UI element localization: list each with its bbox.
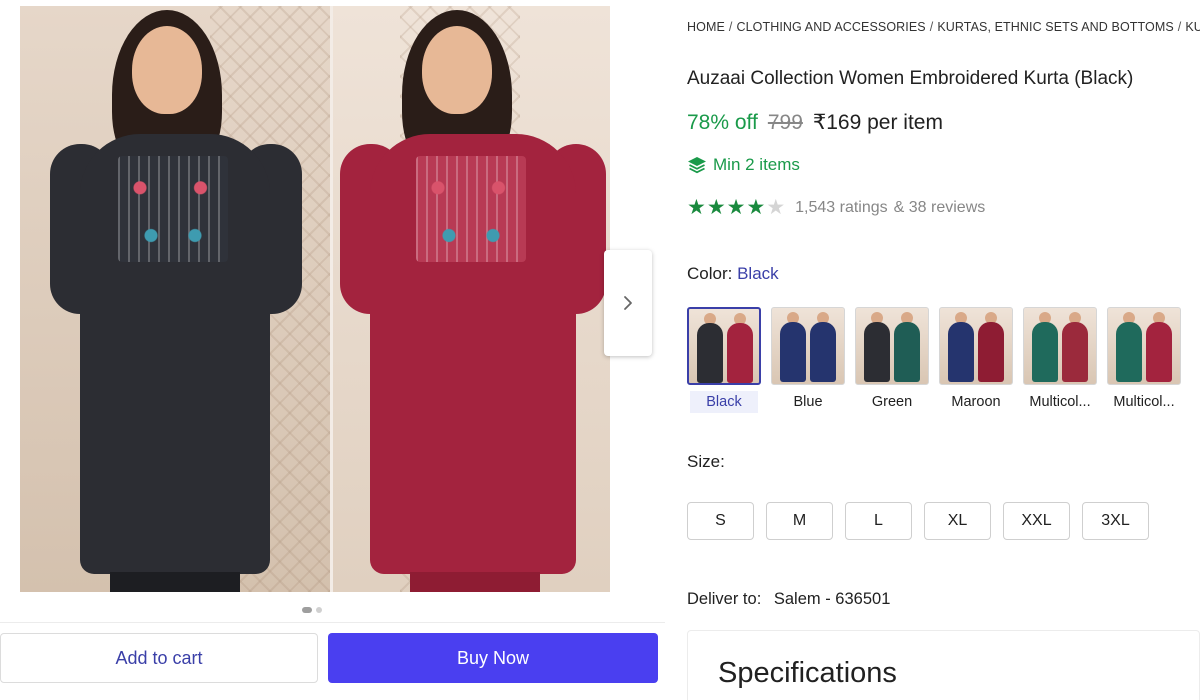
- specifications-title: Specifications: [718, 657, 897, 689]
- color-swatch-2[interactable]: Green: [855, 307, 929, 413]
- reviews-count: & 38 reviews: [893, 198, 986, 216]
- color-swatch-label: Black: [690, 391, 758, 413]
- price-row: 78% off 799 ₹169 per item: [687, 110, 943, 135]
- product-image[interactable]: [20, 6, 610, 592]
- buy-now-button[interactable]: Buy Now: [328, 633, 658, 683]
- size-option-xxl[interactable]: XXL: [1003, 502, 1070, 540]
- delivery-label: Deliver to:: [687, 590, 762, 608]
- star-empty-icon: ★: [766, 196, 786, 219]
- size-option-m[interactable]: M: [766, 502, 833, 540]
- breadcrumb-separator: /: [1177, 20, 1182, 34]
- breadcrumb-item-clothing[interactable]: CLOTHING AND ACCESSORIES: [736, 20, 925, 34]
- color-swatch-label: Blue: [793, 394, 823, 410]
- color-swatch-thumbnail: [771, 307, 845, 385]
- size-option-xl[interactable]: XL: [924, 502, 991, 540]
- size-option-l[interactable]: L: [845, 502, 912, 540]
- color-swatch-0[interactable]: Black: [687, 307, 761, 413]
- action-bar: Add to cart Buy Now: [0, 622, 665, 700]
- model-figure-black: [50, 6, 320, 592]
- size-option-s[interactable]: S: [687, 502, 754, 540]
- star-icon: ★: [687, 196, 706, 219]
- pagination-dot[interactable]: [302, 607, 312, 613]
- pagination-dot[interactable]: [316, 607, 322, 613]
- layers-icon: [688, 157, 706, 174]
- rating-row[interactable]: ★ ★ ★ ★ ★ 1,543 ratings & 38 reviews: [687, 197, 985, 218]
- min-items-label: Min 2 items: [713, 155, 800, 174]
- model-figure-maroon: [340, 6, 610, 592]
- chevron-right-icon: [624, 296, 632, 310]
- delivery-location: Salem - 636501: [773, 590, 891, 608]
- color-swatch-1[interactable]: Blue: [771, 307, 845, 413]
- size-label: Size:: [687, 452, 725, 471]
- color-swatch-thumbnail: [1107, 307, 1181, 385]
- specifications-section: Specifications: [687, 630, 1200, 700]
- star-icon: ★: [746, 196, 766, 219]
- color-swatch-5[interactable]: Multicol...: [1107, 307, 1181, 413]
- breadcrumb-separator: /: [728, 20, 733, 34]
- color-swatch-4[interactable]: Multicol...: [1023, 307, 1097, 413]
- color-swatch-label: Multicol...: [1029, 394, 1091, 410]
- color-swatches: Black Blue Green Maroon Multicol... Multicol.…: [687, 307, 1181, 413]
- original-price: 799: [767, 111, 803, 134]
- color-swatch-3[interactable]: Maroon: [939, 307, 1013, 413]
- next-image-button[interactable]: [604, 250, 652, 356]
- ratings-count: 1,543 ratings: [795, 198, 888, 216]
- image-divider: [330, 6, 333, 592]
- breadcrumb: HOME / CLOTHING AND ACCESSORIES / KURTAS, ET…: [687, 20, 1200, 34]
- min-items-note: Min 2 items: [687, 155, 800, 175]
- delivery-info[interactable]: Deliver to: Salem - 636501: [687, 590, 890, 609]
- color-swatch-thumbnail: [939, 307, 1013, 385]
- size-option-3xl[interactable]: 3XL: [1082, 502, 1149, 540]
- breadcrumb-item-home[interactable]: HOME: [687, 20, 725, 34]
- discount-badge: 78% off: [687, 111, 758, 134]
- color-swatch-thumbnail: [855, 307, 929, 385]
- color-swatch-label: Multicol...: [1113, 394, 1175, 410]
- product-title: Auzaai Collection Women Embroidered Kurt…: [687, 68, 1134, 89]
- star-icon: ★: [706, 196, 726, 219]
- star-icon: ★: [726, 196, 746, 219]
- add-to-cart-button[interactable]: Add to cart: [0, 633, 318, 683]
- product-details: HOME / CLOTHING AND ACCESSORIES / KURTAS, ET…: [687, 0, 1200, 700]
- product-gallery: Add to cart Buy Now: [0, 0, 665, 700]
- size-options: S M L XL XXL 3XL: [687, 502, 1149, 540]
- color-label: Color: Black: [687, 264, 779, 284]
- color-swatch-thumbnail: [1023, 307, 1097, 385]
- breadcrumb-item-kurtas-sets[interactable]: KURTAS, ETHNIC SETS AND BOTTOMS: [937, 20, 1173, 34]
- selected-color: Black: [737, 264, 779, 283]
- breadcrumb-separator: /: [929, 20, 934, 34]
- color-label-text: Color:: [687, 264, 733, 283]
- breadcrumb-item-kurta[interactable]: KURTA: [1185, 20, 1200, 34]
- star-rating: ★ ★ ★ ★ ★: [687, 197, 785, 218]
- color-swatch-thumbnail: [687, 307, 761, 385]
- color-swatch-label: Maroon: [951, 394, 1001, 410]
- image-pagination: [302, 607, 322, 613]
- color-swatch-label: Green: [871, 394, 913, 410]
- selling-price: ₹169 per item: [812, 111, 943, 134]
